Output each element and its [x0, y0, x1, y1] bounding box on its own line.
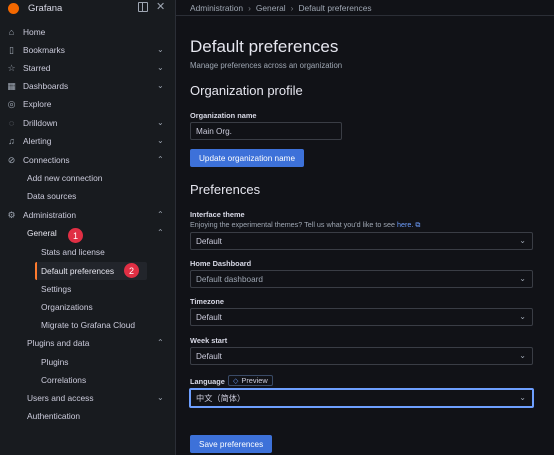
chevron-down-icon: ⌄	[519, 274, 526, 283]
chevron-down-icon: ⌄	[519, 312, 526, 321]
sidebar-item-label: Dashboards	[23, 81, 69, 91]
sidebar-item-add-new-connection[interactable]: Add new connection	[27, 169, 102, 187]
sidebar-item-label: Drilldown	[23, 118, 58, 128]
sidebar-item-home[interactable]: ⌂ Home	[0, 23, 175, 41]
sidebar-item-data-sources[interactable]: Data sources	[27, 187, 76, 205]
sidebar-item-label: Home	[23, 27, 46, 37]
preview-badge: ◇ Preview	[228, 375, 273, 386]
sidebar-item-plugins[interactable]: Plugins	[41, 353, 68, 371]
chevron-down-icon: ⌄	[519, 393, 526, 402]
chevron-down-icon[interactable]: ⌄	[157, 393, 164, 402]
theme-hint: Enjoying the experimental themes? Tell u…	[190, 220, 421, 230]
step-badge-2: 2	[124, 263, 139, 278]
sidebar-item-correlations[interactable]: Correlations	[41, 371, 86, 389]
timezone-label: Timezone	[190, 297, 224, 306]
home-dashboard-label: Home Dashboard	[190, 259, 252, 268]
chevron-up-icon[interactable]: ⌃	[157, 228, 164, 237]
sidebar-item-stats-and-license[interactable]: Stats and license	[41, 243, 105, 261]
save-preferences-button[interactable]: Save preferences	[190, 435, 273, 453]
home-icon: ⌂	[8, 26, 15, 37]
org-name-label: Organization name	[190, 111, 257, 120]
theme-select[interactable]: Default ⌄	[190, 232, 533, 250]
breadcrumb-item[interactable]: General	[256, 3, 286, 13]
sidebar-item-label: Connections	[23, 155, 70, 165]
chevron-down-icon: ⌄	[519, 236, 526, 245]
sidebar-item-label: Alerting	[23, 136, 52, 146]
sidebar-item-plugins-and-data[interactable]: Plugins and data	[27, 334, 89, 352]
close-menu-icon[interactable]: ✕	[156, 0, 165, 14]
sidebar-item-explore[interactable]: ◎ Explore	[0, 95, 175, 113]
update-org-name-button[interactable]: Update organization name	[190, 149, 305, 167]
sidebar-item-connections[interactable]: ⊘ Connections ⌃	[0, 151, 175, 169]
sidebar-item-label: Bookmarks	[23, 45, 65, 55]
theme-hint-link[interactable]: here.	[397, 220, 413, 229]
sidebar-item-label: Starred	[23, 63, 51, 73]
drilldown-icon: ◌	[8, 117, 15, 128]
page-title: Default preferences	[190, 37, 339, 56]
chevron-down-icon[interactable]: ⌄	[157, 136, 164, 145]
prefs-section-title: Preferences	[190, 182, 261, 197]
org-name-input[interactable]: Main Org.	[190, 122, 342, 140]
chevron-down-icon: ⌄	[519, 351, 526, 360]
brand: Grafana ✕	[0, 0, 175, 16]
external-link-icon: ⧉	[415, 220, 421, 229]
chevron-up-icon[interactable]: ⌃	[157, 155, 164, 164]
chevron-down-icon[interactable]: ⌄	[157, 45, 164, 54]
breadcrumb: Administration › General › Default prefe…	[176, 0, 554, 16]
sidebar-item-settings[interactable]: Settings	[41, 280, 71, 298]
star-icon: ☆	[7, 62, 16, 73]
sidebar-item-migrate-to-grafana-cloud[interactable]: Migrate to Grafana Cloud	[41, 316, 135, 334]
sidebar-item-label: Administration	[23, 210, 77, 220]
chevron-up-icon[interactable]: ⌃	[157, 338, 164, 347]
sidebar-item-default-preferences[interactable]: Default preferences	[41, 262, 114, 280]
bell-icon: ♫	[8, 135, 15, 146]
language-select[interactable]: 中文（简体） ⌄	[189, 388, 534, 408]
chevron-down-icon[interactable]: ⌄	[157, 118, 164, 127]
chevron-right-icon: ›	[290, 2, 294, 13]
week-start-select-value: Default	[196, 351, 222, 361]
breadcrumb-item[interactable]: Administration	[190, 3, 243, 13]
theme-select-value: Default	[196, 236, 222, 246]
dock-menu-icon[interactable]	[138, 2, 148, 12]
tag-icon: ◇	[233, 377, 239, 385]
chevron-down-icon[interactable]: ⌄	[157, 81, 164, 90]
chevron-down-icon[interactable]: ⌄	[157, 63, 164, 72]
theme-label: Interface theme	[190, 210, 245, 219]
sidebar-item-alerting[interactable]: ♫ Alerting ⌄	[0, 132, 175, 150]
dashboards-icon: ▦	[7, 80, 16, 91]
org-section-title: Organization profile	[190, 83, 303, 98]
home-dashboard-select[interactable]: Default dashboard ⌄	[190, 270, 533, 288]
page-description: Manage preferences across an organizatio…	[190, 61, 343, 70]
week-start-label: Week start	[190, 336, 228, 345]
grafana-logo-icon[interactable]	[8, 2, 19, 14]
compass-icon: ◎	[7, 98, 16, 109]
sidebar-item-authentication[interactable]: Authentication	[27, 407, 80, 425]
breadcrumb-item: Default preferences	[298, 2, 372, 13]
gear-icon: ⚙	[7, 209, 16, 220]
sidebar-item-general[interactable]: General	[27, 224, 57, 242]
link-icon: ⊘	[7, 154, 16, 165]
sidebar-item-organizations[interactable]: Organizations	[41, 298, 93, 316]
sidebar-item-starred[interactable]: ☆ Starred ⌄	[0, 59, 175, 77]
preview-label: Preview	[241, 376, 268, 385]
chevron-up-icon[interactable]: ⌃	[157, 210, 164, 219]
language-label: Language	[190, 377, 225, 386]
sidebar: Grafana ✕ ⌂ Home ▯ Bookmarks ⌄ ☆ Starred…	[0, 0, 176, 455]
week-start-select[interactable]: Default ⌄	[190, 347, 533, 365]
chevron-right-icon: ›	[248, 2, 251, 13]
theme-hint-text: Enjoying the experimental themes? Tell u…	[190, 220, 396, 229]
sidebar-item-bookmarks[interactable]: ▯ Bookmarks ⌄	[0, 41, 175, 59]
timezone-select[interactable]: Default ⌄	[190, 308, 533, 326]
timezone-select-value: Default	[196, 312, 222, 322]
app-name: Grafana	[28, 2, 63, 14]
step-badge-1: 1	[68, 228, 83, 243]
sidebar-item-label: Explore	[23, 99, 52, 109]
sidebar-item-dashboards[interactable]: ▦ Dashboards ⌄	[0, 77, 175, 95]
sidebar-item-administration[interactable]: ⚙ Administration ⌃	[0, 206, 175, 224]
language-select-value: 中文（简体）	[196, 394, 246, 403]
sidebar-item-users-and-access[interactable]: Users and access	[27, 389, 94, 407]
sidebar-item-drilldown[interactable]: ◌ Drilldown ⌄	[0, 114, 175, 132]
bookmark-icon: ▯	[9, 44, 14, 55]
home-dashboard-select-value: Default dashboard	[196, 274, 263, 284]
